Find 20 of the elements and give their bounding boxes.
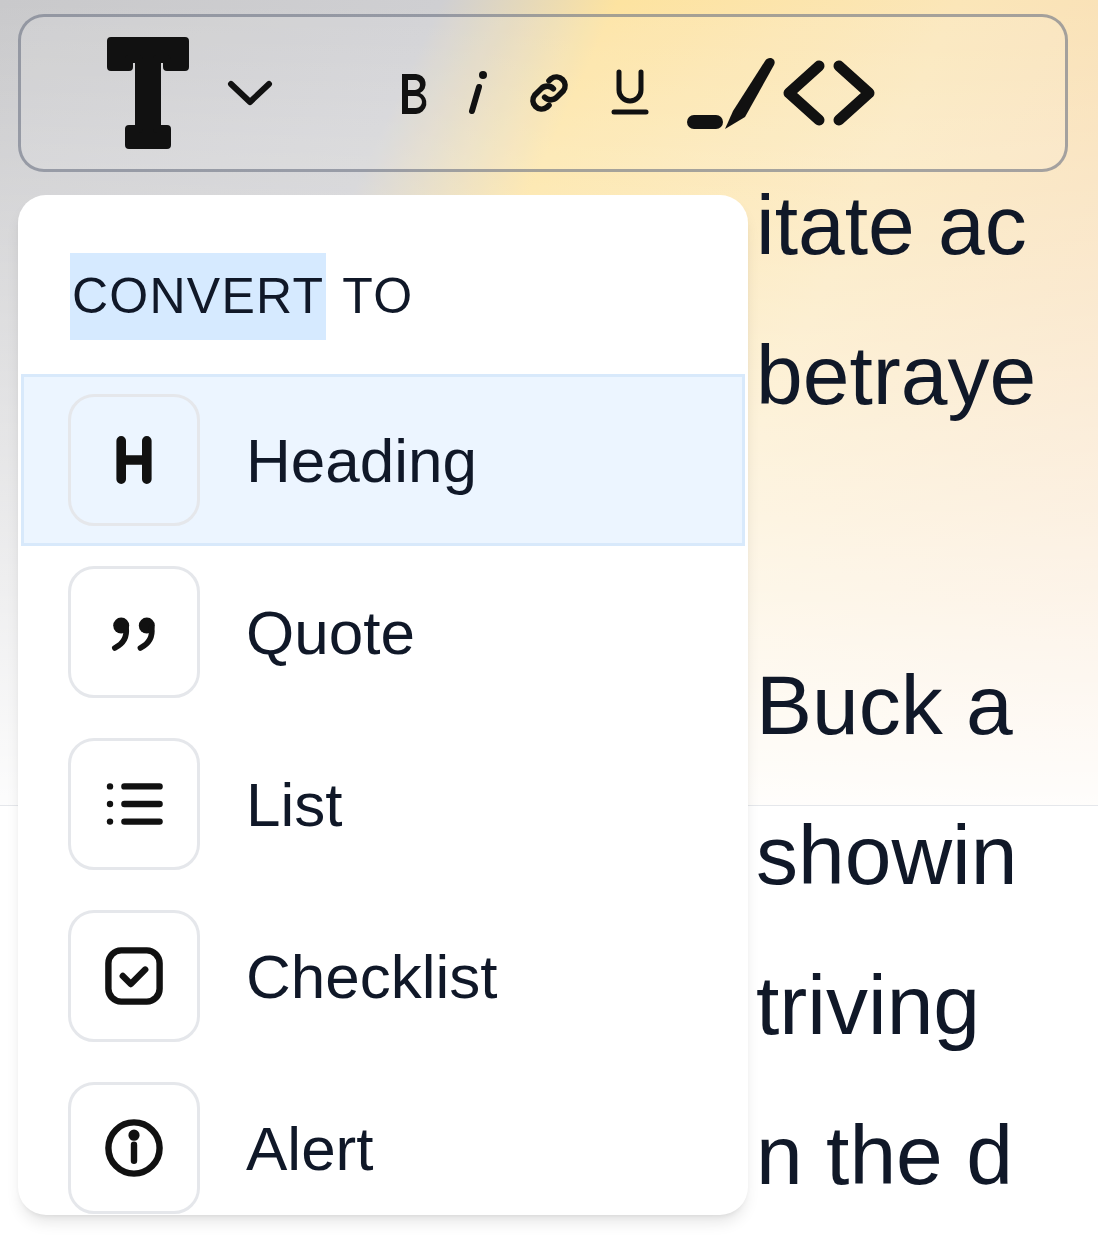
body-text: triving <box>756 957 981 1054</box>
underline-icon[interactable] <box>609 68 651 118</box>
caret-icon[interactable] <box>227 78 273 108</box>
alert-icon <box>68 1082 200 1214</box>
heading-icon <box>68 394 200 526</box>
menu-heading: TO <box>341 267 415 326</box>
menu-heading: CONVERT <box>70 253 327 340</box>
quote-icon <box>68 566 200 698</box>
list-icon <box>68 738 200 870</box>
menu-item[interactable]: Checklist <box>21 890 745 1062</box>
menu-item[interactable]: List <box>21 718 745 890</box>
menu-item[interactable]: Heading <box>21 374 745 546</box>
body-text: betraye <box>756 327 1037 424</box>
menu-item[interactable]: Quote <box>21 546 745 718</box>
body-text: itate ac <box>756 177 1027 274</box>
menu-item[interactable]: Alert <box>21 1062 745 1234</box>
checklist-icon <box>68 910 200 1042</box>
body-text: n the d <box>756 1107 1013 1204</box>
body-text: showin <box>756 807 1018 904</box>
body-text: Buck a <box>756 657 1013 754</box>
